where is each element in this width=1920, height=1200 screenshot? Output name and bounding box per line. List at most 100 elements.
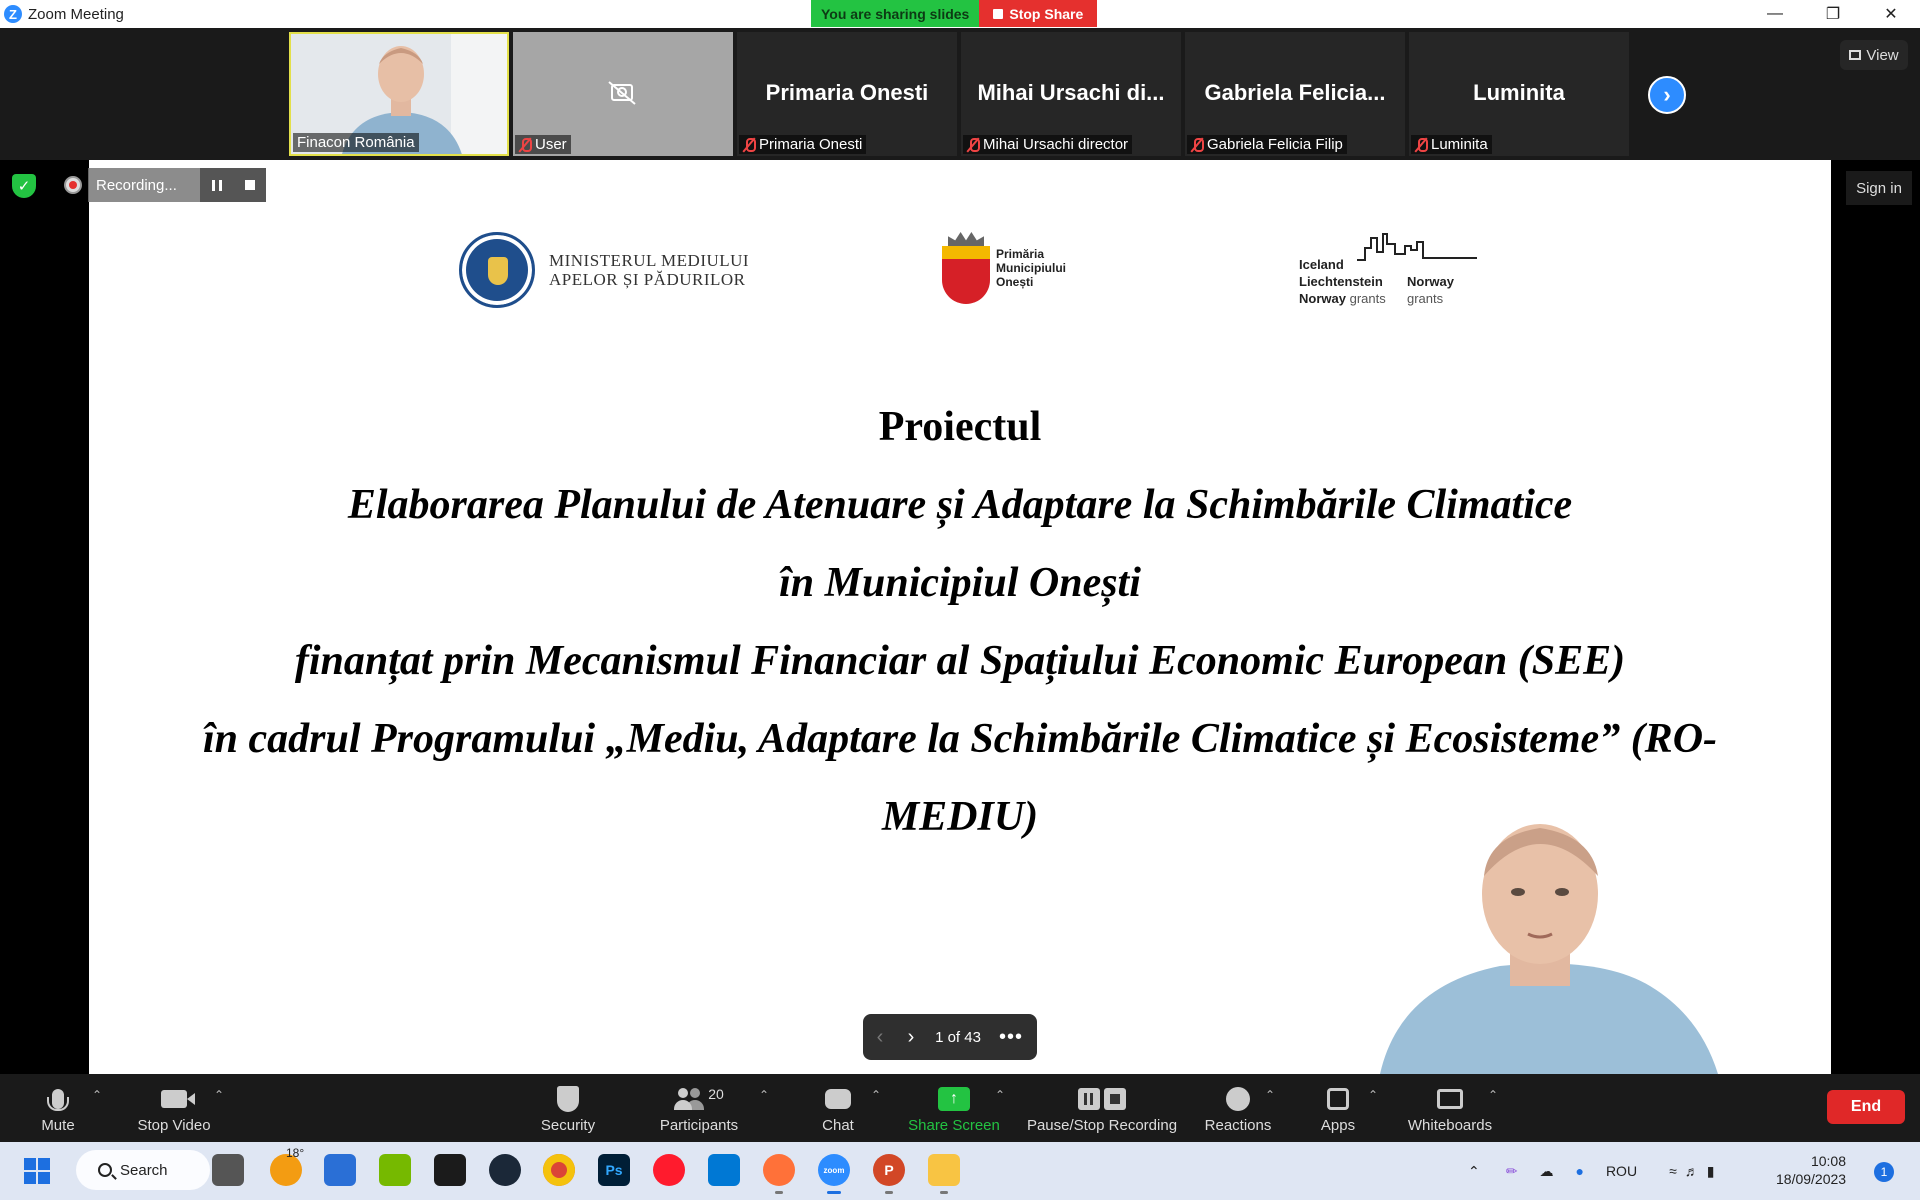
opera-icon[interactable] — [653, 1154, 685, 1186]
participant-tile-primaria-onesti[interactable]: Primaria Onesti Primaria Onesti — [737, 32, 957, 156]
participant-tile-luminita[interactable]: Luminita Luminita — [1409, 32, 1629, 156]
recording-controls — [200, 168, 266, 202]
steam-icon[interactable] — [489, 1154, 521, 1186]
share-screen-button[interactable]: ↑ Share Screen — [908, 1074, 1000, 1142]
show-hidden-icons-icon[interactable]: ⌃ — [1468, 1163, 1480, 1180]
participant-name-tag: Primaria Onesti — [739, 135, 867, 154]
store-icon[interactable] — [324, 1154, 356, 1186]
recording-indicator: Recording... — [64, 168, 266, 202]
reactions-button[interactable]: Reactions — [1204, 1074, 1272, 1142]
stop-recording-button[interactable] — [244, 180, 255, 190]
vscode-icon[interactable] — [708, 1154, 740, 1186]
chat-button[interactable]: Chat — [818, 1074, 858, 1142]
task-view-icon[interactable] — [212, 1154, 244, 1186]
more-options-button[interactable]: ••• — [991, 1026, 1031, 1049]
video-options-caret-icon[interactable]: ⌃ — [214, 1088, 224, 1102]
photoshop-icon[interactable]: Ps — [598, 1154, 630, 1186]
mute-button[interactable]: Mute — [34, 1074, 82, 1142]
participants-options-caret-icon[interactable]: ⌃ — [759, 1088, 769, 1102]
windows-taskbar: Search 18° Ps zoom P ⌃ ✏ ☁ ● ROU ≈ ♬ ▮ 1… — [0, 1142, 1920, 1200]
pause-stop-recording-button[interactable]: Pause/Stop Recording — [1026, 1074, 1178, 1142]
slide-body: Proiectul Elaborarea Planului de Atenuar… — [89, 388, 1831, 856]
mic-muted-icon — [967, 137, 980, 152]
next-slide-button[interactable]: › — [897, 1026, 925, 1049]
windows-start-icon[interactable] — [24, 1158, 50, 1184]
end-meeting-button[interactable]: End — [1827, 1090, 1905, 1124]
recording-label: Recording... — [88, 168, 200, 202]
slide-line: în Municipiul Onești — [779, 560, 1141, 606]
primaria-line2: Municipiului — [996, 261, 1066, 275]
powerpoint-icon[interactable]: P — [873, 1154, 905, 1194]
restore-button[interactable]: ❐ — [1804, 0, 1862, 28]
nvidia-app-icon[interactable] — [434, 1154, 466, 1186]
ministry-logo: MINISTERUL MEDIULUI APELOR ȘI PĂDURILOR — [459, 232, 749, 308]
clock-time: 10:08 — [1810, 1153, 1846, 1169]
stop-share-button[interactable]: Stop Share — [979, 0, 1098, 27]
reactions-label: Reactions — [1204, 1116, 1272, 1134]
participants-button[interactable]: 20 Participants — [658, 1074, 740, 1142]
close-button[interactable]: ✕ — [1862, 0, 1920, 28]
microphone-in-use-icon[interactable]: ● — [1575, 1163, 1583, 1179]
chat-options-caret-icon[interactable]: ⌃ — [871, 1088, 881, 1102]
reactions-options-caret-icon[interactable]: ⌃ — [1265, 1088, 1275, 1102]
mic-muted-icon — [519, 137, 532, 152]
share-screen-arrow-icon: ↑ — [938, 1086, 970, 1111]
primaria-line1: Primăria — [996, 247, 1045, 261]
participant-name: Gabriela Felicia Filip — [1207, 136, 1343, 153]
onedrive-cloud-icon[interactable]: ☁ — [1539, 1163, 1553, 1180]
primaria-line3: Onești — [996, 275, 1034, 289]
participant-tile-gabriela-filip[interactable]: Gabriela Felicia... Gabriela Felicia Fil… — [1185, 32, 1405, 156]
recording-controls-icon — [1078, 1087, 1126, 1110]
eea-liechtenstein: Liechtenstein — [1299, 274, 1383, 289]
volume-icon[interactable]: ♬ — [1685, 1163, 1699, 1179]
slide-pager: ‹ › 1 of 43 ••• — [863, 1014, 1037, 1060]
security-button[interactable]: Security — [536, 1074, 600, 1142]
government-seal-icon — [459, 232, 535, 308]
sign-in-button[interactable]: Sign in — [1846, 171, 1912, 205]
taskbar-search[interactable]: Search — [76, 1150, 210, 1190]
participant-tile-finacon[interactable]: Finacon România — [289, 32, 509, 156]
wifi-icon[interactable]: ≈ — [1669, 1163, 1677, 1179]
whiteboards-options-caret-icon[interactable]: ⌃ — [1488, 1088, 1498, 1102]
mic-muted-icon — [1415, 137, 1428, 152]
notification-badge[interactable]: 1 — [1874, 1162, 1894, 1182]
previous-slide-button[interactable]: ‹ — [863, 1026, 897, 1049]
minimize-button[interactable]: — — [1746, 0, 1804, 28]
firefox-icon[interactable] — [763, 1154, 795, 1194]
file-explorer-icon[interactable] — [928, 1154, 960, 1194]
slide-line: în cadrul Programului „Mediu, Adaptare l… — [202, 716, 1718, 762]
eea-iceland: Iceland — [1299, 257, 1344, 272]
view-button[interactable]: View — [1840, 40, 1908, 70]
presenter-video[interactable] — [1320, 816, 1831, 1074]
next-participants-button[interactable]: › — [1648, 76, 1686, 114]
security-label: Security — [540, 1116, 596, 1134]
audio-options-caret-icon[interactable]: ⌃ — [92, 1088, 102, 1102]
taskbar-clock[interactable]: 10:08 18/09/2023 — [1776, 1152, 1846, 1188]
share-screen-label: Share Screen — [908, 1116, 1000, 1134]
pause-recording-button[interactable] — [211, 179, 222, 191]
encryption-shield-icon[interactable]: ✓ — [12, 174, 36, 198]
pen-icon[interactable]: ✏ — [1506, 1163, 1518, 1180]
whiteboards-button[interactable]: Whiteboards — [1404, 1074, 1496, 1142]
pause-stop-recording-label: Pause/Stop Recording — [1026, 1116, 1178, 1134]
mute-label: Mute — [41, 1116, 75, 1134]
apps-label: Apps — [1320, 1116, 1356, 1134]
input-language[interactable]: ROU — [1606, 1163, 1637, 1179]
battery-icon[interactable]: ▮ — [1707, 1163, 1715, 1180]
apps-options-caret-icon[interactable]: ⌃ — [1368, 1088, 1378, 1102]
stop-video-button[interactable]: Stop Video — [134, 1074, 214, 1142]
nvidia-icon[interactable] — [379, 1154, 411, 1186]
chrome-icon[interactable] — [543, 1154, 575, 1186]
search-icon — [98, 1163, 112, 1177]
eea-grants-logo: Iceland Liechtenstein Norway grants Norw… — [1299, 232, 1479, 306]
sharing-status[interactable]: You are sharing slides — [811, 0, 980, 27]
participant-name-tag: Gabriela Felicia Filip — [1187, 135, 1347, 154]
apps-button[interactable]: Apps — [1316, 1074, 1360, 1142]
participant-tile-user[interactable]: User — [513, 32, 733, 156]
zoom-icon[interactable]: zoom — [818, 1154, 850, 1194]
share-options-caret-icon[interactable]: ⌃ — [995, 1088, 1005, 1102]
participants-count: 20 — [708, 1085, 724, 1102]
participant-tile-mihai-ursachi[interactable]: Mihai Ursachi di... Mihai Ursachi direct… — [961, 32, 1181, 156]
participant-name: Primaria Onesti — [759, 136, 863, 153]
shared-slide: MINISTERUL MEDIULUI APELOR ȘI PĂDURILOR … — [89, 160, 1831, 1074]
